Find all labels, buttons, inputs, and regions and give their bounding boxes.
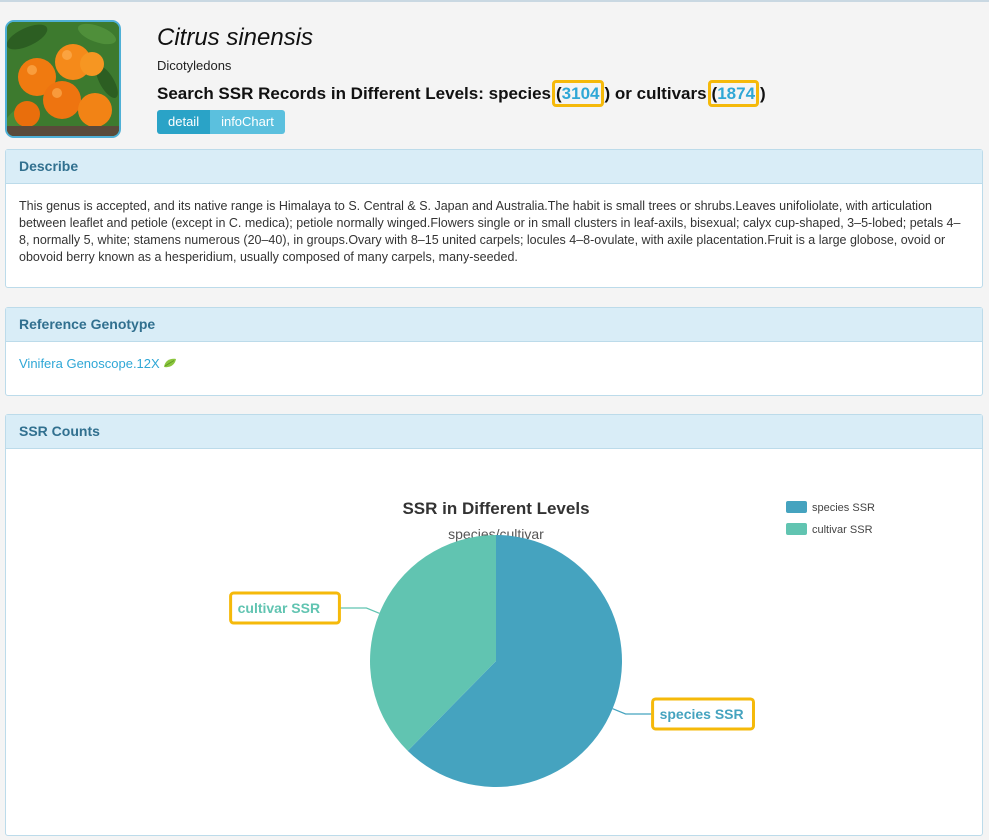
legend-label-1[interactable]: cultivar SSR <box>812 524 873 536</box>
cultivar-count-highlight: (1874 <box>707 80 760 107</box>
pie-label-line-0 <box>612 708 654 715</box>
species-count-highlight: (3104 <box>552 80 604 107</box>
species-photo <box>5 20 121 138</box>
view-toggle-group: detail infoChart <box>157 110 285 134</box>
pie-label-cultivar-ssr: cultivar SSR <box>238 600 320 616</box>
ssr-pie-chart: SSR in Different Levels species/cultivar… <box>229 499 875 787</box>
legend-label-0[interactable]: species SSR <box>812 502 875 514</box>
ssr-pie-chart-area: SSR in Different Levels species/cultivar… <box>6 449 982 834</box>
describe-text: This genus is accepted, and its native r… <box>19 199 961 264</box>
species-title: Citrus sinensis <box>157 24 314 51</box>
reference-genotype-heading: Reference Genotype <box>6 308 982 342</box>
search-records-line: Search SSR Records in Different Levels: … <box>157 80 766 107</box>
infochart-button[interactable]: infoChart <box>210 110 285 134</box>
cultivar-count-link[interactable]: 1874 <box>717 84 755 103</box>
leaf-icon <box>163 357 177 374</box>
reference-genotype-panel: Reference Genotype Vinifera Genoscope.12… <box>5 307 983 396</box>
classification-label: Dicotyledons <box>157 58 232 73</box>
ssr-counts-panel: SSR Counts SSR in Different Levels speci… <box>5 414 983 836</box>
search-prefix: Search SSR Records in Different Levels: … <box>157 84 551 103</box>
describe-heading: Describe <box>6 150 982 184</box>
or-cultivars-text: or cultivars <box>610 84 707 103</box>
pie-label-line-1 <box>338 607 380 614</box>
describe-panel: Describe This genus is accepted, and its… <box>5 149 983 288</box>
chart-title: SSR in Different Levels <box>402 499 589 518</box>
pie-label-species-ssr: species SSR <box>660 706 744 722</box>
legend-swatch-0[interactable] <box>786 501 807 513</box>
reference-genotype-link[interactable]: Vinifera Genoscope.12X <box>19 356 160 371</box>
detail-button[interactable]: detail <box>157 110 211 134</box>
species-count-link[interactable]: 3104 <box>562 84 600 103</box>
species-header: Citrus sinensis Dicotyledons Search SSR … <box>0 2 989 148</box>
ssr-counts-heading: SSR Counts <box>6 415 982 449</box>
legend-swatch-1[interactable] <box>786 523 807 535</box>
